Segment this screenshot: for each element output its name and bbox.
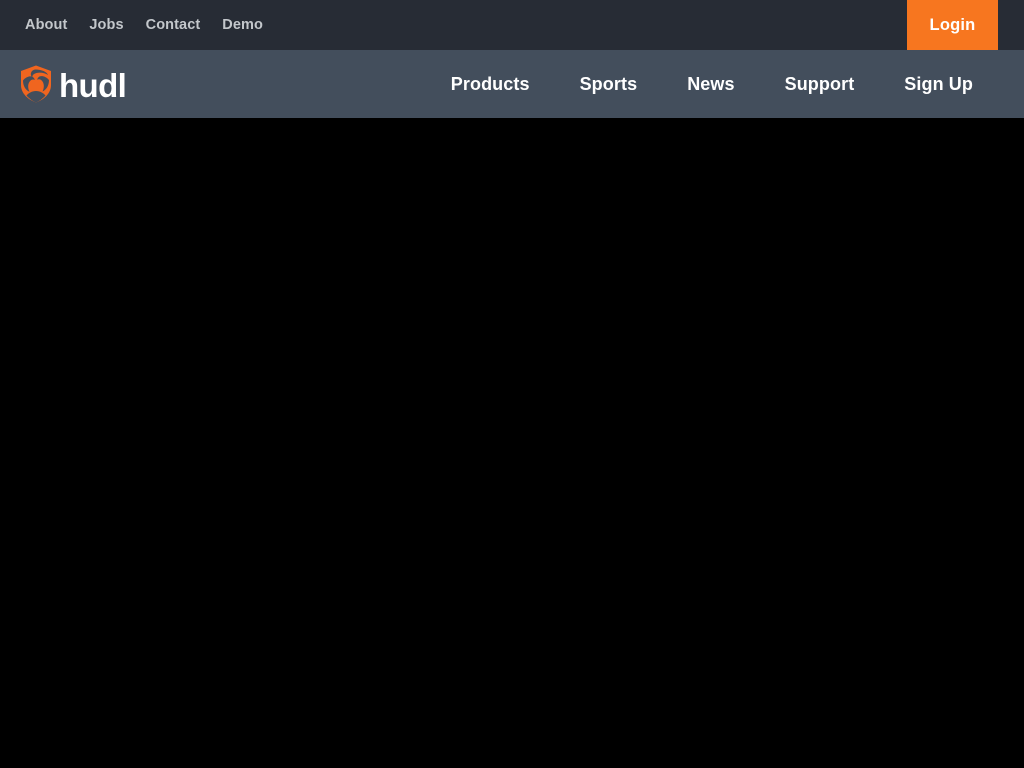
utility-top-bar: About Jobs Contact Demo Login: [0, 0, 1024, 50]
nav-link-sports[interactable]: Sports: [555, 75, 663, 93]
nav-link-support[interactable]: Support: [760, 75, 880, 93]
utility-link-about[interactable]: About: [25, 18, 67, 33]
nav-link-news[interactable]: News: [662, 75, 759, 93]
page-root: About Jobs Contact Demo Login hudl Produ…: [0, 0, 1024, 768]
main-navigation-bar: hudl Products Sports News Support Sign U…: [0, 50, 1024, 118]
utility-link-contact[interactable]: Contact: [146, 18, 201, 33]
hudl-shield-logo-icon: [20, 65, 52, 103]
hudl-wordmark: hudl: [59, 66, 127, 104]
utility-nav: About Jobs Contact Demo: [0, 0, 263, 50]
utility-link-demo[interactable]: Demo: [222, 18, 263, 33]
page-content-area: [0, 118, 1024, 768]
hudl-logo-home-link[interactable]: hudl: [0, 65, 127, 104]
nav-link-sign-up[interactable]: Sign Up: [879, 75, 998, 93]
primary-nav: Products Sports News Support Sign Up: [426, 75, 1024, 93]
utility-link-jobs[interactable]: Jobs: [89, 18, 123, 33]
login-button[interactable]: Login: [907, 0, 998, 50]
nav-link-products[interactable]: Products: [426, 75, 555, 93]
login-button-container: Login: [907, 0, 1024, 50]
